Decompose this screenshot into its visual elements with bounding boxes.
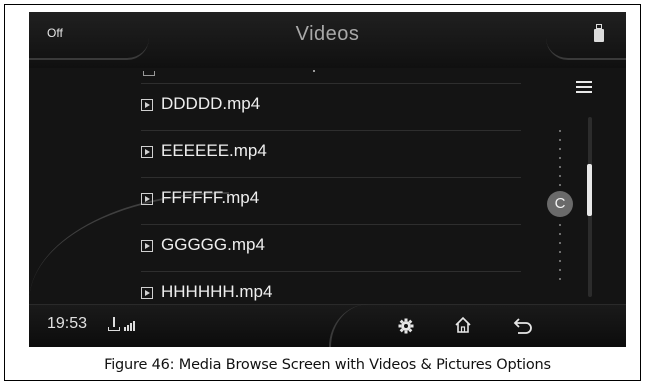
source-button[interactable] (546, 12, 626, 60)
video-file-icon (141, 146, 153, 158)
index-letter-badge[interactable]: C (547, 191, 573, 217)
list-item[interactable]: DDDDD.mp4 (141, 84, 521, 131)
list-item[interactable]: FFFFFF.mp4 (141, 178, 521, 225)
home-icon[interactable] (454, 316, 472, 334)
list-item[interactable]: EEEEEE.mp4 (141, 131, 521, 178)
media-browse-screen: Off Videos DDDDD.mp4 EEEEEE.mp4 FFFFFF.m… (29, 12, 626, 347)
status-bar: 19:53 (29, 304, 626, 347)
back-arrow-icon[interactable] (513, 317, 533, 335)
file-name: EEEEEE.mp4 (161, 141, 267, 160)
list-item[interactable]: GGGGG.mp4 (141, 225, 521, 272)
usb-icon (107, 317, 121, 333)
file-name: DDDDD.mp4 (161, 94, 261, 113)
signal-bars-icon (124, 319, 138, 331)
off-label: Off (47, 26, 63, 40)
list-item-partial (141, 60, 521, 84)
usb-drive-icon (594, 24, 604, 44)
file-list[interactable]: DDDDD.mp4 EEEEEE.mp4 FFFFFF.mp4 GGGGG.mp… (141, 60, 541, 310)
figure-caption: Figure 46: Media Browse Screen with Vide… (104, 357, 551, 373)
file-name: GGGGG.mp4 (161, 235, 265, 254)
video-file-icon (141, 193, 153, 205)
clock: 19:53 (47, 315, 88, 332)
screen-title: Videos (295, 23, 360, 45)
scrollbar-thumb[interactable] (587, 164, 592, 216)
file-name: FFFFFF.mp4 (161, 188, 260, 207)
video-file-icon (141, 240, 153, 252)
file-name: HHHHHH.mp4 (161, 282, 273, 301)
video-file-icon (141, 287, 153, 299)
video-file-icon (141, 99, 153, 111)
figure-frame: Off Videos DDDDD.mp4 EEEEEE.mp4 FFFFFF.m… (4, 4, 641, 381)
list-view-icon[interactable] (576, 81, 592, 95)
off-button[interactable]: Off (29, 12, 149, 60)
